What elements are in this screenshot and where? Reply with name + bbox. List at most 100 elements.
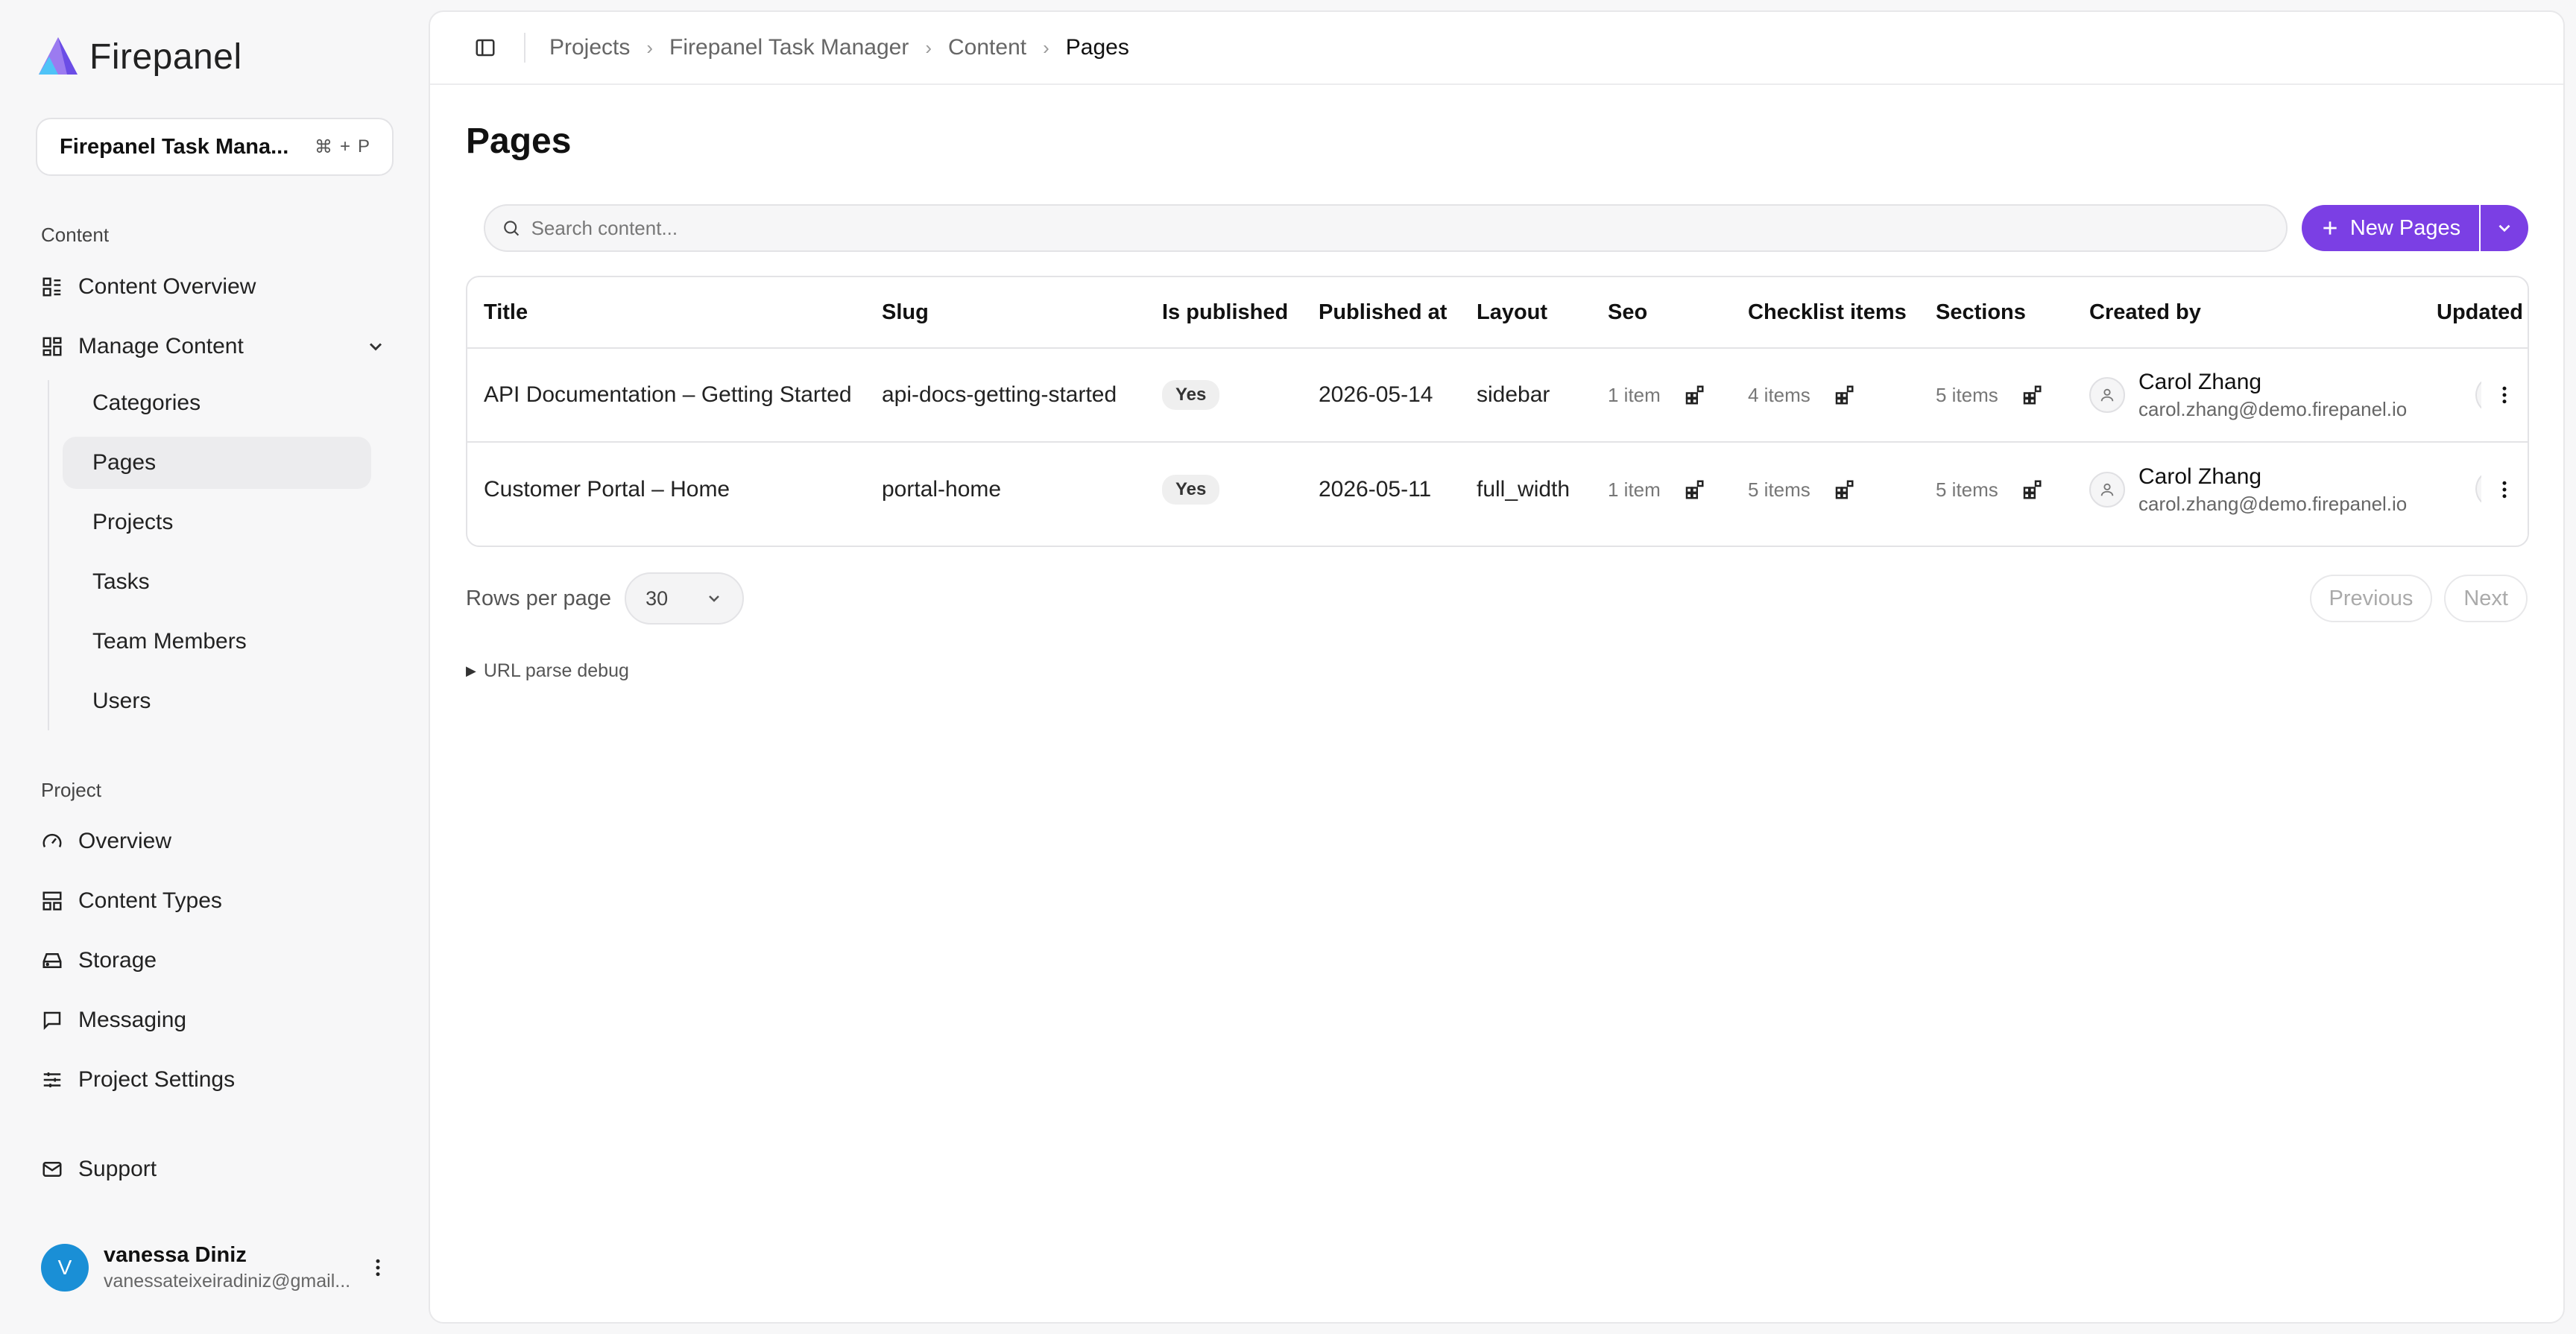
nav-messaging[interactable]: Messaging [41,999,186,1041]
list-grid-icon [42,277,61,297]
nav-support[interactable]: Support [41,1148,157,1190]
nav-overview-label: Overview [78,829,172,853]
mail-icon [42,1162,62,1177]
triangle-right-icon: ▶ [466,663,476,678]
cell-published-at: 2026-05-11 [1319,477,1432,502]
url-parse-debug-toggle[interactable]: ▶ URL parse debug [466,660,629,682]
pagination: Previous Next [2309,575,2528,622]
project-switcher[interactable]: Firepanel Task Mana... ⌘ + P [36,118,394,176]
search-input[interactable] [531,216,2286,240]
column-header-created-by[interactable]: Created by [2089,277,2201,347]
created-by-person[interactable]: Carol Zhang carol.zhang@demo.firepanel.i… [2089,464,2407,516]
chevron-down-icon[interactable] [365,336,386,357]
cell-title: API Documentation – Getting Started [484,382,852,407]
layout-icon [42,891,62,911]
relation-grid-icon[interactable] [2021,384,2043,406]
breadcrumb-content[interactable]: Content [948,35,1026,60]
new-pages-dropdown-button[interactable] [2481,205,2528,251]
new-pages-button[interactable]: New Pages [2302,205,2479,251]
user-icon [2089,472,2125,508]
breadcrumb-current: Pages [1065,35,1129,60]
brand-name: Firepanel [89,37,242,77]
column-header-seo[interactable]: Seo [1608,277,1647,347]
previous-button[interactable]: Previous [2309,575,2433,622]
more-vertical-icon[interactable] [367,1256,389,1279]
sidebar-item-users[interactable]: Users [63,675,371,727]
created-by-person[interactable]: Carol Zhang carol.zhang@demo.firepanel.i… [2089,370,2407,421]
column-header-is-published[interactable]: Is published [1162,277,1288,347]
sidebar-item-categories[interactable]: Categories [63,377,371,429]
status-badge: Yes [1162,380,1220,410]
column-header-layout[interactable]: Layout [1477,277,1547,347]
column-header-published-at[interactable]: Published at [1319,277,1447,347]
next-button[interactable]: Next [2444,575,2528,622]
rows-per-page-select[interactable]: 30 [625,572,745,625]
dashboard-icon [42,337,62,356]
nav-storage[interactable]: Storage [41,940,157,981]
nav-manage-content[interactable]: Manage Content [41,326,244,367]
column-header-slug[interactable]: Slug [882,277,929,347]
nav-storage-label: Storage [78,948,157,973]
topbar: Projects › Firepanel Task Manager › Cont… [430,12,2563,85]
nav-project-settings-label: Project Settings [78,1067,236,1092]
sidebar-item-projects[interactable]: Projects [63,496,371,549]
sidebar-toggle-button[interactable] [470,33,500,63]
submenu-guide-line [48,380,49,730]
sidebar-item-team-members[interactable]: Team Members [63,616,371,668]
cell-is-published: Yes [1162,443,1220,537]
cell-seo: 1 item [1608,443,1705,537]
breadcrumb-project[interactable]: Firepanel Task Manager [669,35,909,60]
breadcrumb-projects[interactable]: Projects [549,35,630,60]
row-actions-button[interactable] [2481,349,2528,441]
user-profile[interactable]: V vanessa Diniz vanessateixeiradiniz@gma… [41,1243,350,1292]
gauge-icon [42,833,62,848]
seo-count: 1 item [1608,478,1661,501]
cell-created-by: Carol Zhang carol.zhang@demo.firepanel.i… [2089,349,2407,441]
cell-layout: sidebar [1477,382,1550,407]
cell-title: Customer Portal – Home [484,477,730,502]
sections-count: 5 items [1936,478,1998,501]
relation-grid-icon[interactable] [1683,384,1705,406]
cell-is-published: Yes [1162,349,1220,441]
page-title: Pages [466,121,572,161]
topbar-divider [524,33,525,63]
more-vertical-icon [2502,481,2507,499]
relation-grid-icon[interactable] [1833,478,1855,501]
nav-content-overview-label: Content Overview [78,274,256,299]
table-row[interactable]: Customer Portal – Home portal-home Yes 2… [467,443,2528,537]
cell-published-at: 2026-05-14 [1319,382,1433,407]
column-header-title[interactable]: Title [484,277,528,347]
rows-per-page-label: Rows per page [466,586,612,610]
brand[interactable]: Firepanel [36,34,242,79]
nav-support-label: Support [78,1157,157,1181]
table-row[interactable]: API Documentation – Getting Started api-… [467,349,2528,443]
sidebar-item-pages[interactable]: Pages [63,437,371,489]
project-section-heading: Project [41,779,101,801]
sidebar-item-tasks[interactable]: Tasks [63,556,371,608]
column-header-updated[interactable]: Updated [2437,277,2523,347]
message-square-icon [43,1011,61,1031]
hard-drive-icon [42,953,62,968]
chevron-right-icon: › [646,36,654,59]
project-switcher-name: Firepanel Task Mana... [60,134,289,159]
nav-content-overview[interactable]: Content Overview [41,266,256,308]
relation-grid-icon[interactable] [1683,478,1705,501]
column-header-sections[interactable]: Sections [1936,277,2026,347]
nav-project-settings[interactable]: Project Settings [41,1059,235,1101]
firepanel-logo-icon [39,37,78,75]
breadcrumb: Projects › Firepanel Task Manager › Cont… [549,35,1129,60]
search-bar[interactable] [484,204,2288,252]
nav-overview[interactable]: Overview [41,821,171,862]
chevron-right-icon: › [925,36,932,59]
chevron-down-icon [709,595,719,602]
column-header-checklist-items[interactable]: Checklist items [1748,277,1907,347]
rows-per-page: Rows per page 30 [466,572,745,625]
content-section-heading: Content [41,224,110,246]
shortcut-plus: + [339,136,350,157]
relation-grid-icon[interactable] [2021,478,2043,501]
relation-grid-icon[interactable] [1833,384,1855,406]
nav-content-types[interactable]: Content Types [41,880,222,922]
cell-created-by: Carol Zhang carol.zhang@demo.firepanel.i… [2089,443,2407,537]
creator-name: Carol Zhang [2138,369,2262,394]
row-actions-button[interactable] [2481,443,2528,537]
